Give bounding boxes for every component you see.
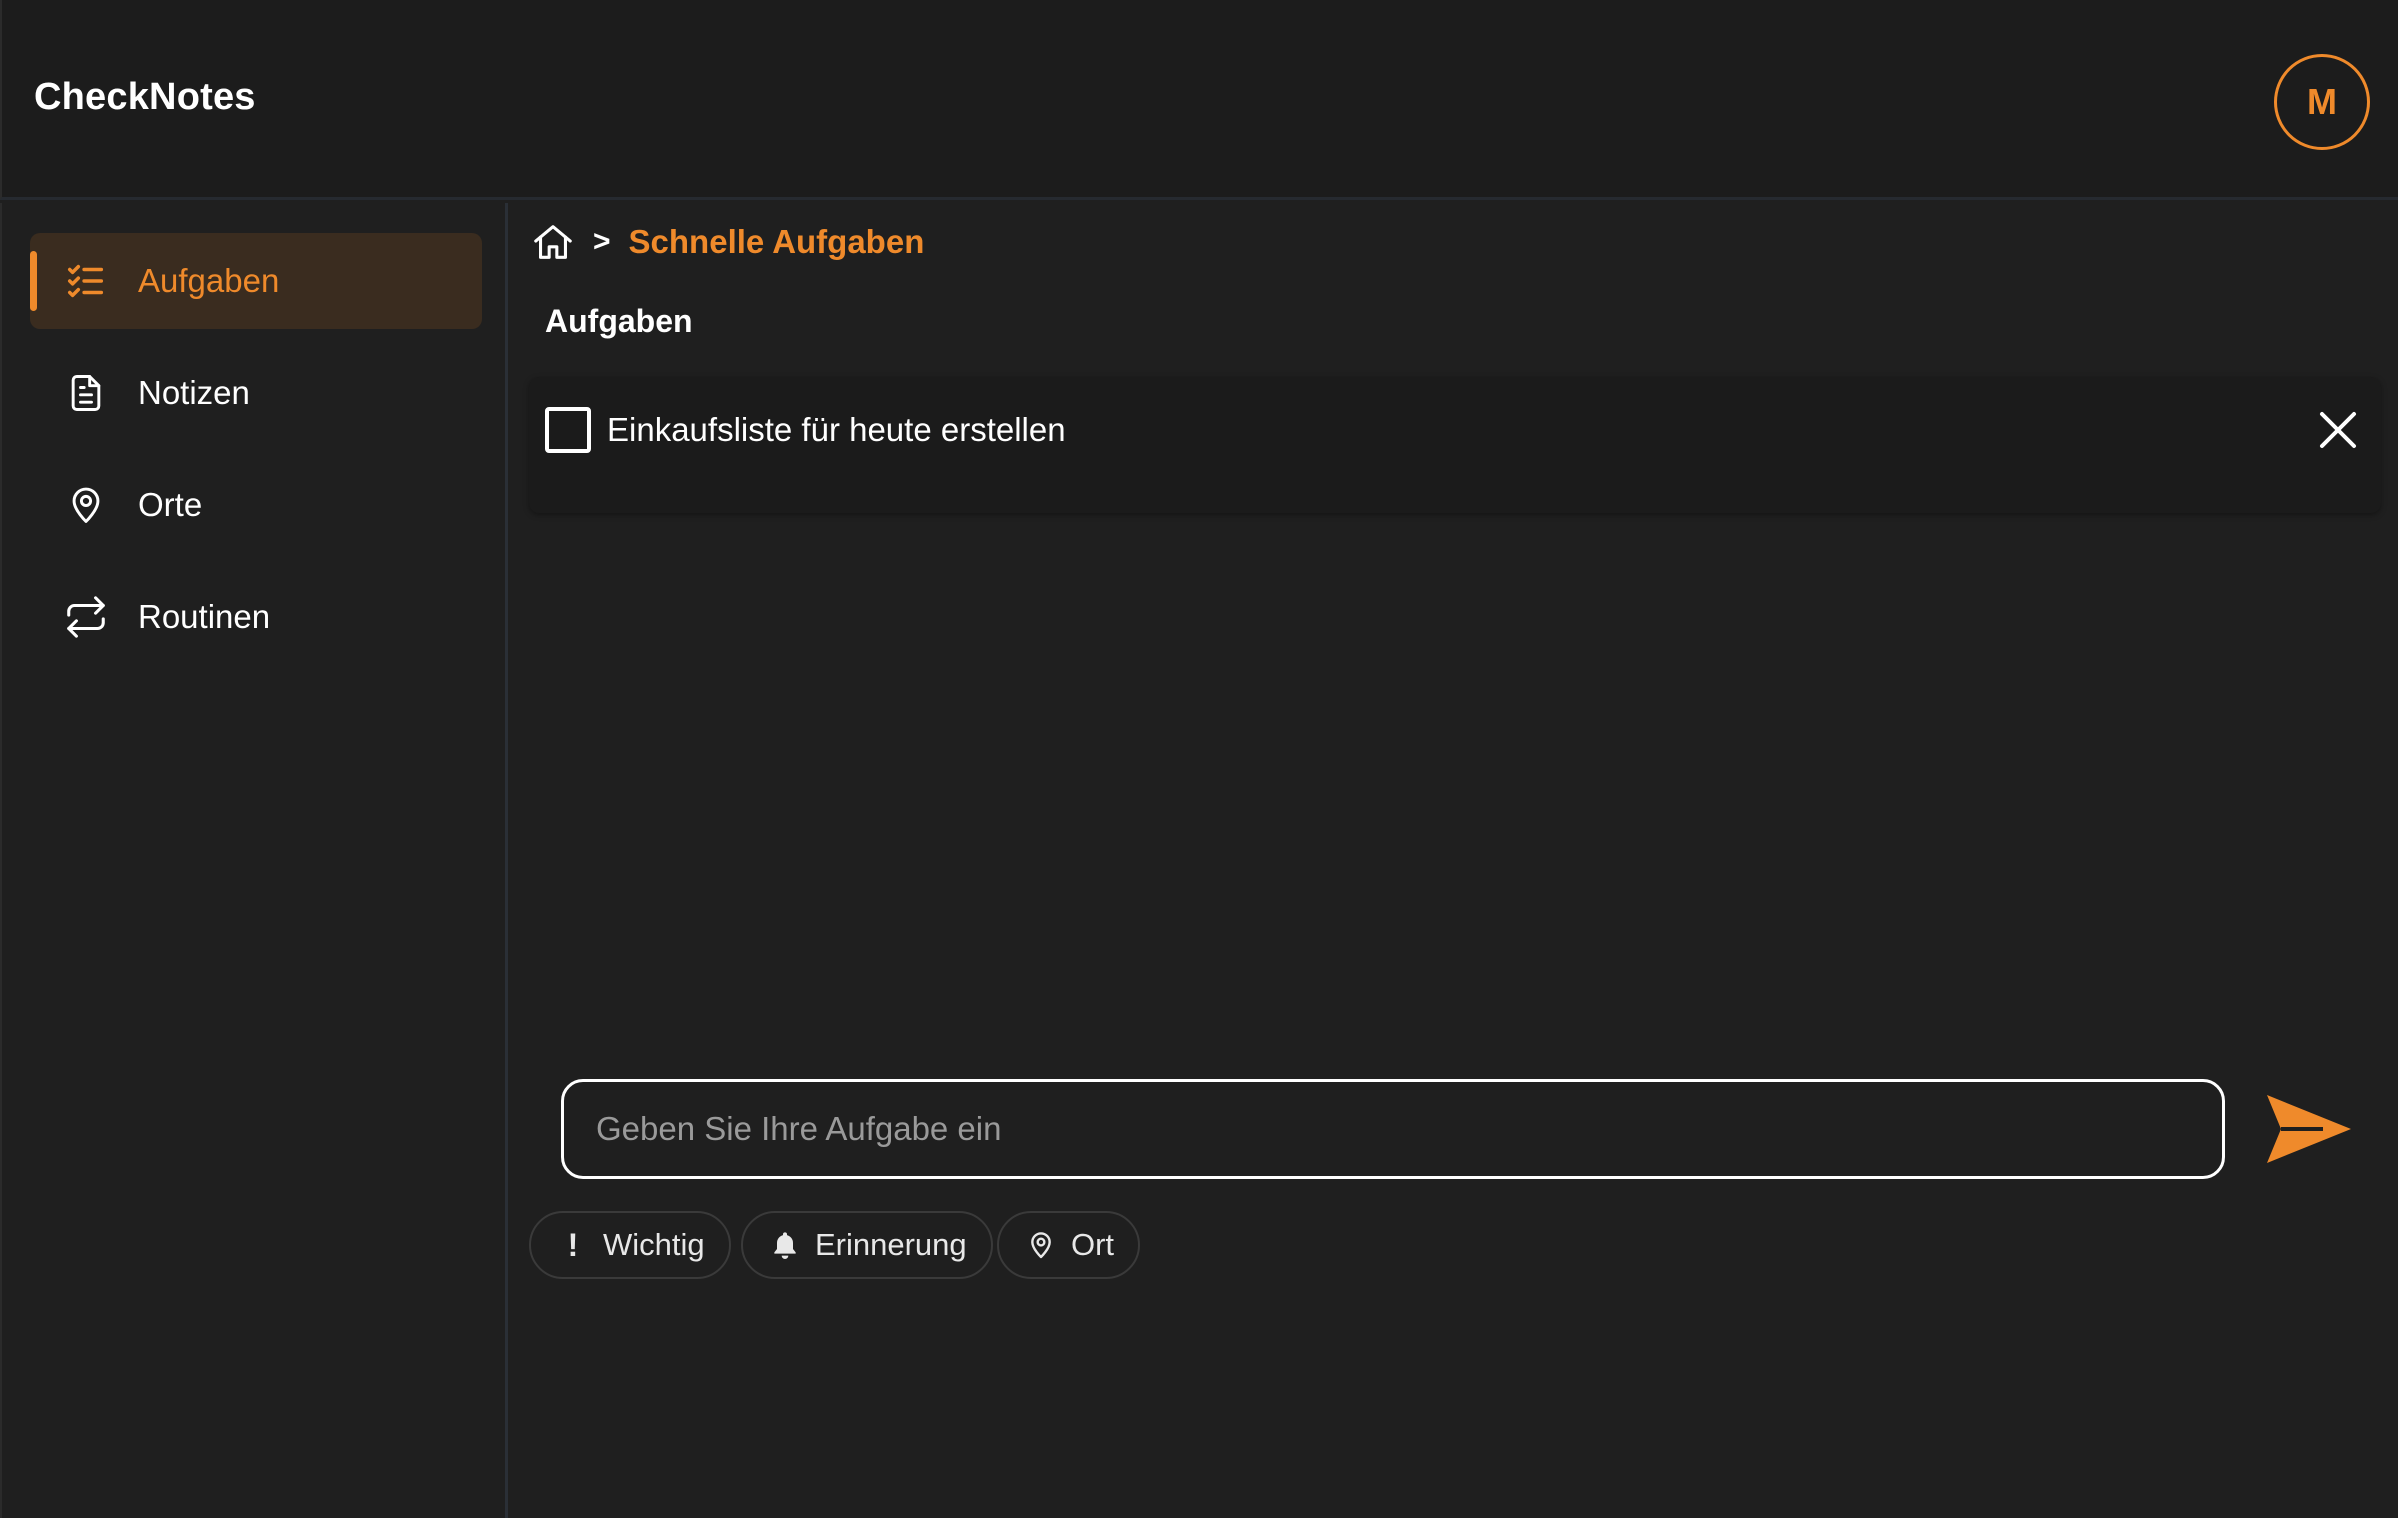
home-icon[interactable]: [529, 218, 577, 266]
task-input[interactable]: [561, 1079, 2225, 1179]
sidebar-item-orte[interactable]: Orte: [30, 457, 482, 553]
task-text: Einkaufsliste für heute erstellen: [607, 411, 1066, 448]
sidebar-item-label: Routinen: [138, 598, 271, 635]
user-avatar[interactable]: M: [2274, 54, 2370, 150]
breadcrumb-current[interactable]: Schnelle Aufgaben: [629, 223, 925, 261]
repeat-icon: [62, 593, 110, 641]
task-checkbox[interactable]: [545, 407, 591, 453]
sidebar-item-notizen[interactable]: Notizen: [30, 345, 482, 441]
app-window: CheckNotes M Aufgaben Notizen Orte Routi…: [0, 0, 2398, 1518]
chip-label: Ort: [1071, 1227, 1115, 1262]
send-button[interactable]: [2263, 1087, 2355, 1171]
exclamation-icon: !: [567, 1226, 579, 1263]
main-content: > Schnelle Aufgaben Aufgaben Einkaufslis…: [511, 203, 2398, 1518]
section-title: Aufgaben: [545, 303, 693, 339]
sidebar-item-aufgaben[interactable]: Aufgaben: [30, 233, 482, 329]
bell-icon: [767, 1227, 803, 1263]
chip-erinnerung[interactable]: Erinnerung: [741, 1211, 993, 1279]
chip-wichtig[interactable]: ! Wichtig: [529, 1211, 731, 1279]
chip-label: Erinnerung: [815, 1227, 967, 1262]
map-pin-icon: [62, 481, 110, 529]
document-icon: [62, 369, 110, 417]
top-header: CheckNotes M: [0, 0, 2398, 200]
checklist-icon: [62, 257, 110, 305]
sidebar-item-label: Orte: [138, 486, 203, 523]
close-icon[interactable]: [2313, 405, 2363, 455]
breadcrumb-separator: >: [593, 225, 611, 258]
send-icon: [2267, 1095, 2351, 1163]
chip-ort[interactable]: Ort: [997, 1211, 1141, 1279]
active-indicator: [30, 251, 37, 311]
sidebar-item-label: Aufgaben: [138, 262, 280, 299]
sidebar-item-routinen[interactable]: Routinen: [30, 569, 482, 665]
chip-label: Wichtig: [603, 1227, 705, 1262]
sidebar: Aufgaben Notizen Orte Routinen: [0, 203, 508, 1518]
app-title: CheckNotes: [34, 76, 256, 118]
breadcrumb: > Schnelle Aufgaben: [529, 217, 924, 267]
sidebar-item-label: Notizen: [138, 374, 250, 411]
map-pin-icon: [1023, 1227, 1059, 1263]
task-item: Einkaufsliste für heute erstellen: [529, 377, 2381, 513]
